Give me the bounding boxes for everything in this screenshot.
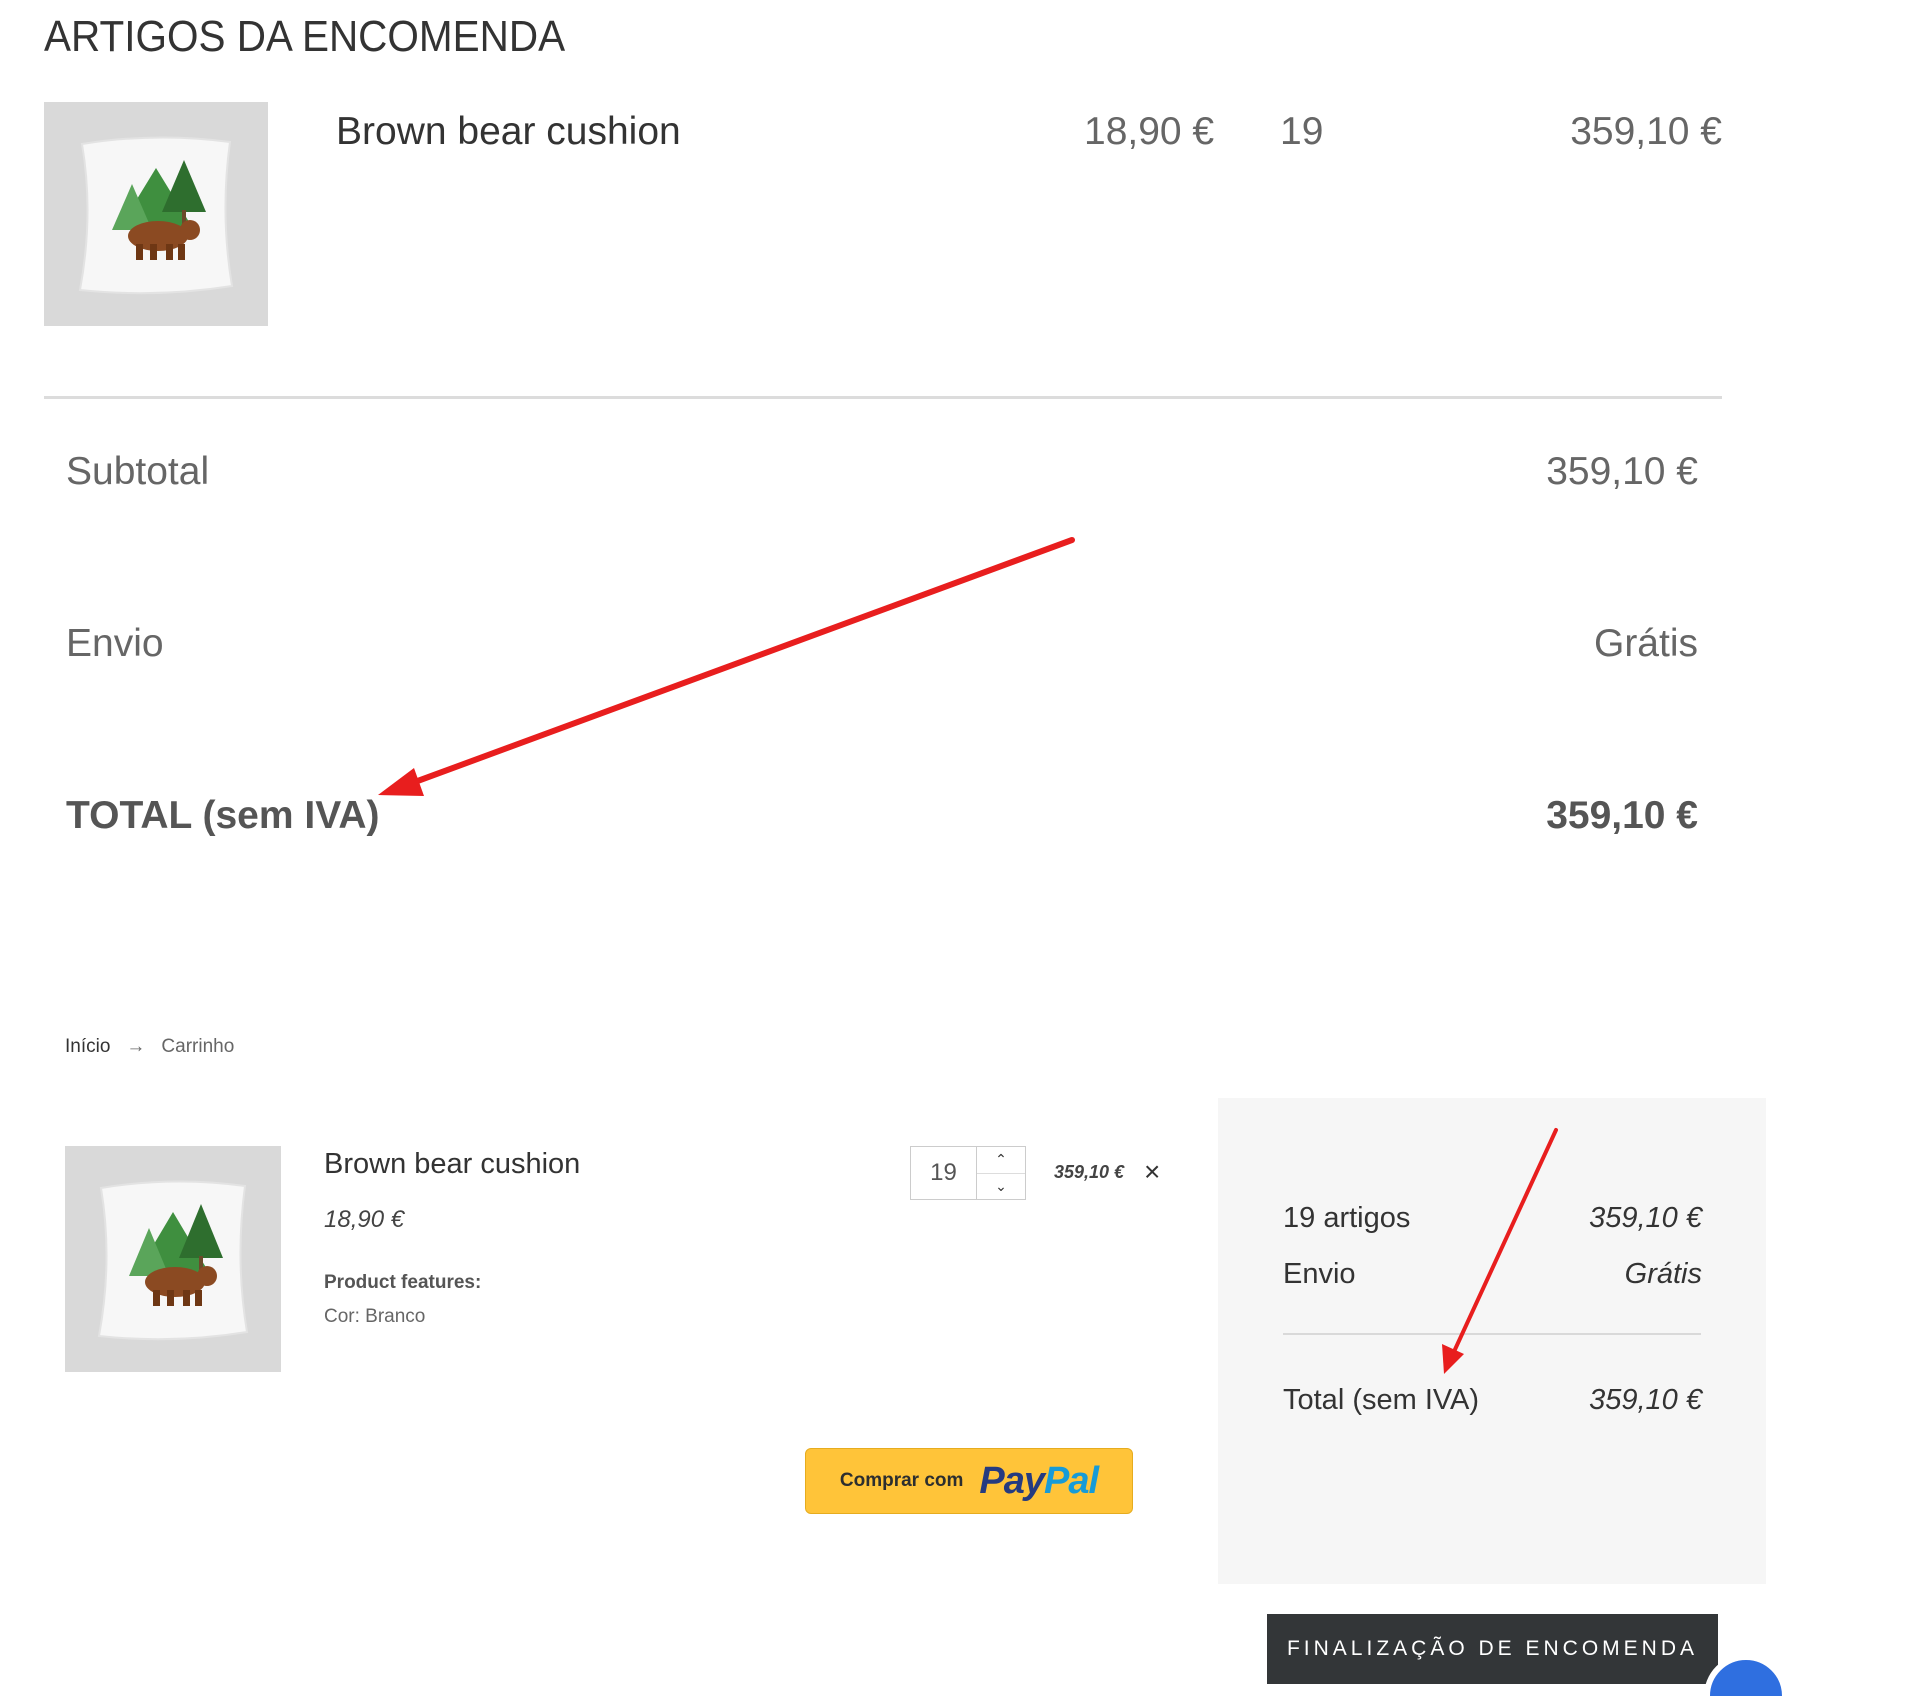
order-item-quantity: 19 — [1280, 110, 1324, 153]
subtotal-value: 359,10 € — [1546, 450, 1698, 493]
paypal-logo: PayPal — [979, 1459, 1099, 1502]
cart-shipping-value: Grátis — [1624, 1258, 1702, 1290]
paypal-button[interactable]: Comprar com PayPal — [805, 1448, 1133, 1514]
cart-total-value: 359,10 € — [1589, 1384, 1702, 1416]
cart-shipping-label: Envio — [1283, 1258, 1356, 1290]
order-item-unit-price: 18,90 € — [1084, 110, 1215, 153]
breadcrumb-separator: → — [126, 1036, 146, 1057]
cart-items-count-label: 19 artigos — [1283, 1202, 1411, 1234]
breadcrumb-current: Carrinho — [161, 1036, 235, 1057]
cart-total-label: Total (sem IVA) — [1283, 1384, 1480, 1416]
cart-items-value: 359,10 € — [1589, 1202, 1702, 1234]
bear-cushion-image — [44, 102, 268, 326]
quantity-input[interactable]: 19 — [911, 1147, 977, 1199]
quantity-stepper[interactable]: 19 ⌃ ⌄ — [910, 1146, 1026, 1200]
order-item-thumbnail — [44, 102, 268, 326]
paypal-lead-text: Comprar com — [839, 1470, 964, 1491]
subtotal-label: Subtotal — [66, 450, 210, 493]
close-icon[interactable]: × — [1144, 1156, 1160, 1188]
bear-cushion-image — [65, 1146, 281, 1372]
cart-item-thumbnail[interactable] — [65, 1146, 281, 1372]
page: ARTIGOS DA ENCOMENDA Brown bear cushion … — [0, 0, 1920, 1696]
divider — [44, 396, 1722, 399]
checkout-button[interactable]: FINALIZAÇÃO DE ENCOMENDA — [1267, 1614, 1718, 1684]
cart-item-unit-price: 18,90 € — [324, 1206, 405, 1233]
product-features-value: Cor: Branco — [324, 1306, 426, 1327]
cart-item-line-total: 359,10 € — [1054, 1162, 1125, 1182]
order-item-name: Brown bear cushion — [336, 110, 681, 153]
total-value: 359,10 € — [1546, 794, 1698, 837]
shipping-label: Envio — [66, 622, 164, 665]
chevron-down-icon[interactable]: ⌄ — [977, 1174, 1025, 1200]
order-items-title: ARTIGOS DA ENCOMENDA — [44, 12, 566, 61]
annotation-arrow — [378, 537, 1075, 796]
breadcrumb-home-link[interactable]: Início — [65, 1036, 110, 1058]
cart-summary-panel — [1218, 1098, 1766, 1584]
product-features-label: Product features: — [324, 1272, 482, 1293]
order-item-line-total: 359,10 € — [1570, 110, 1722, 153]
summary-divider — [1283, 1333, 1701, 1335]
cart-item-name[interactable]: Brown bear cushion — [324, 1148, 580, 1181]
shipping-value: Grátis — [1593, 622, 1698, 665]
total-label: TOTAL (sem IVA) — [66, 794, 380, 837]
breadcrumb: Início → Carrinho — [65, 1036, 234, 1058]
chevron-up-icon[interactable]: ⌃ — [977, 1147, 1025, 1174]
